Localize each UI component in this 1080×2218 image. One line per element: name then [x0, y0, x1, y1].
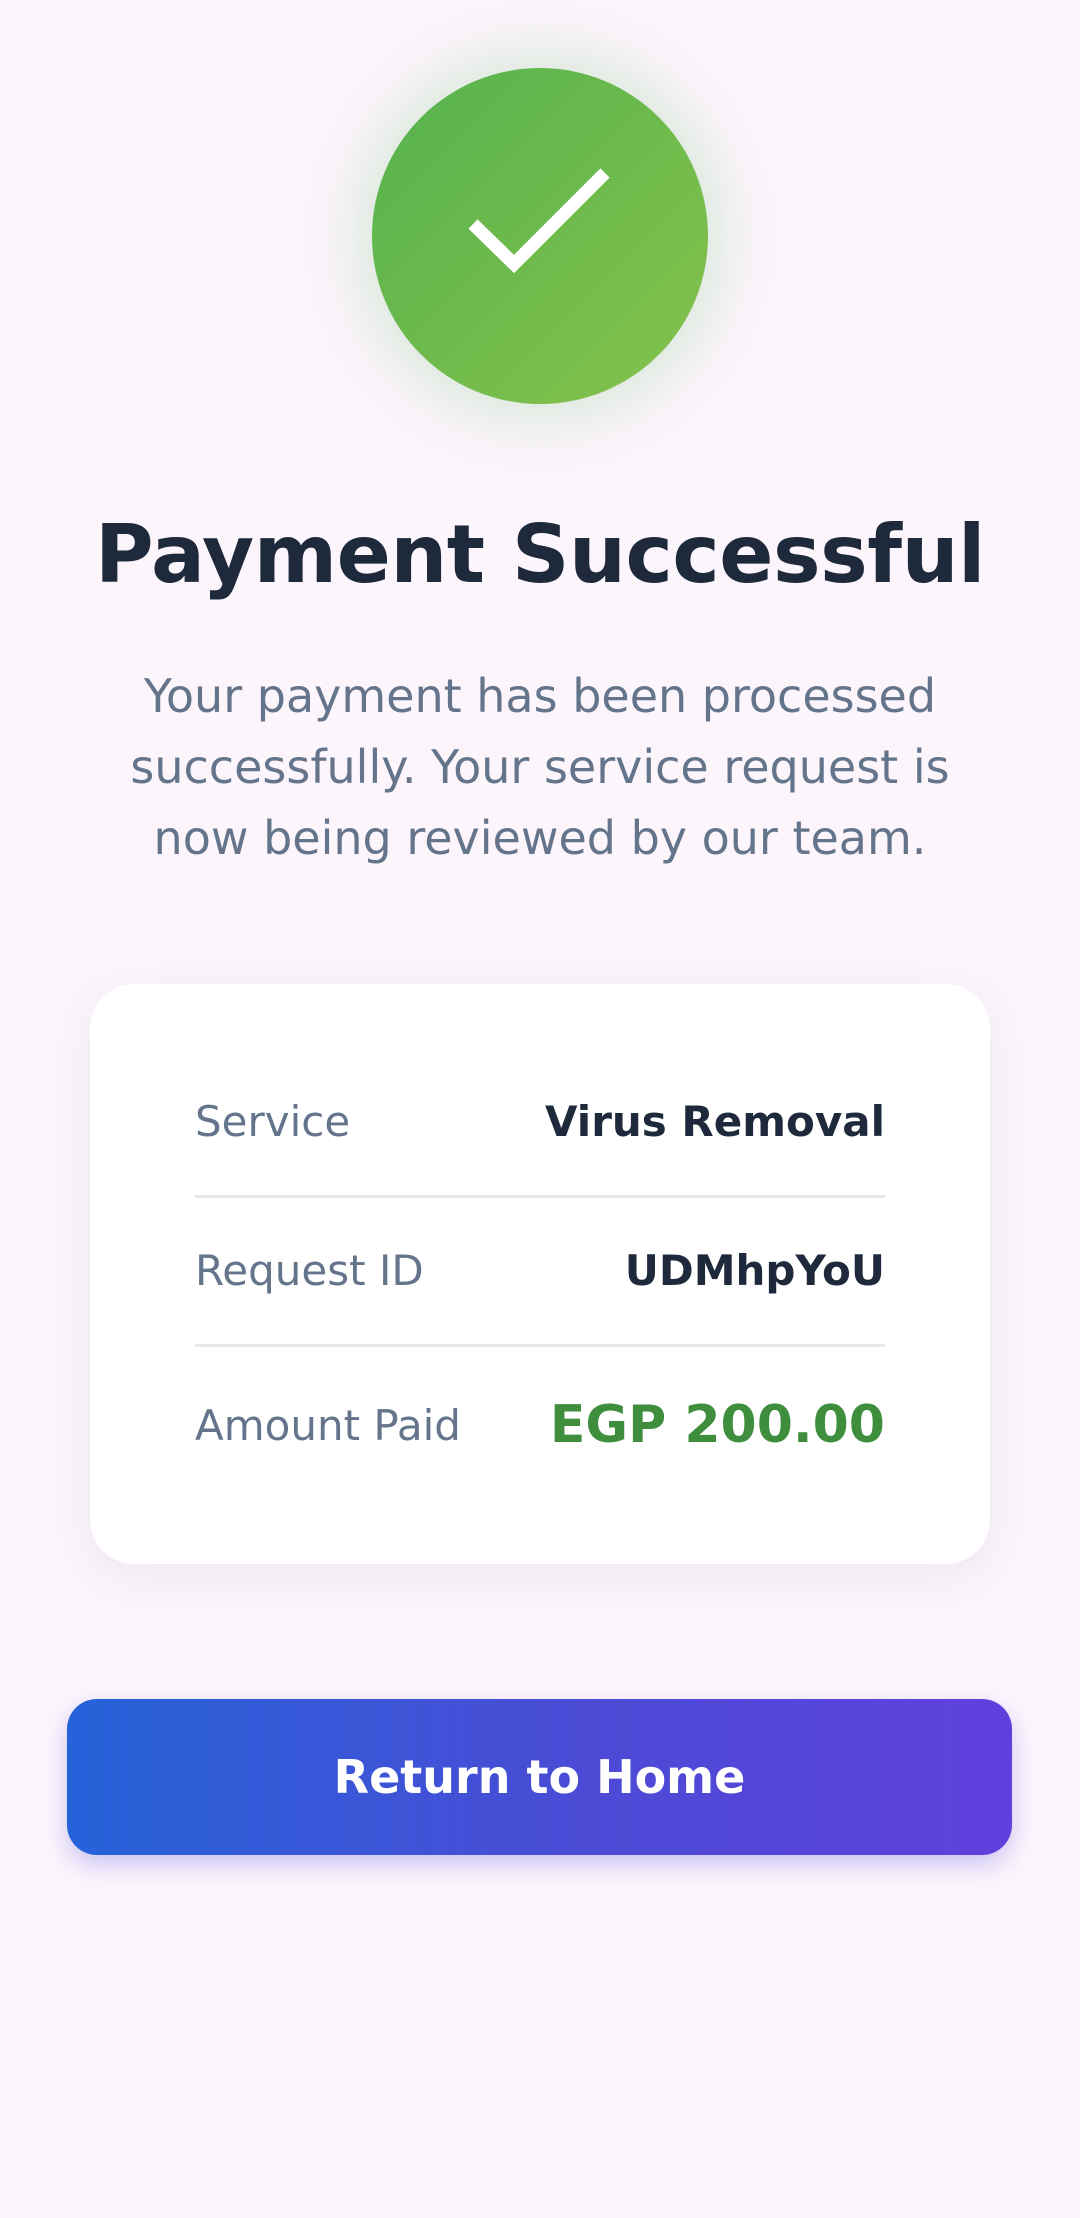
detail-row-request-id: Request ID UDMhpYoU [195, 1235, 885, 1305]
amount-paid-label: Amount Paid [195, 1400, 461, 1450]
detail-row-amount-paid: Amount Paid EGP 200.00 [195, 1385, 885, 1465]
payment-success-screen: Payment Successful Your payment has been… [0, 0, 1080, 2218]
payment-details-card: Service Virus Removal Request ID UDMhpYo… [90, 984, 990, 1564]
divider [195, 1344, 885, 1347]
checkmark-icon [468, 168, 610, 274]
detail-row-service: Service Virus Removal [195, 1086, 885, 1156]
divider [195, 1195, 885, 1198]
page-message: Your payment has been processed successf… [130, 669, 950, 865]
amount-paid-value: EGP 200.00 [549, 1395, 885, 1455]
request-id-label: Request ID [195, 1245, 424, 1295]
service-value: Virus Removal [545, 1096, 885, 1146]
service-label: Service [195, 1096, 351, 1146]
return-to-home-button[interactable]: Return to Home [67, 1699, 1012, 1855]
page-title: Payment Successful [95, 508, 985, 601]
request-id-value: UDMhpYoU [624, 1245, 885, 1295]
success-badge [372, 68, 708, 404]
